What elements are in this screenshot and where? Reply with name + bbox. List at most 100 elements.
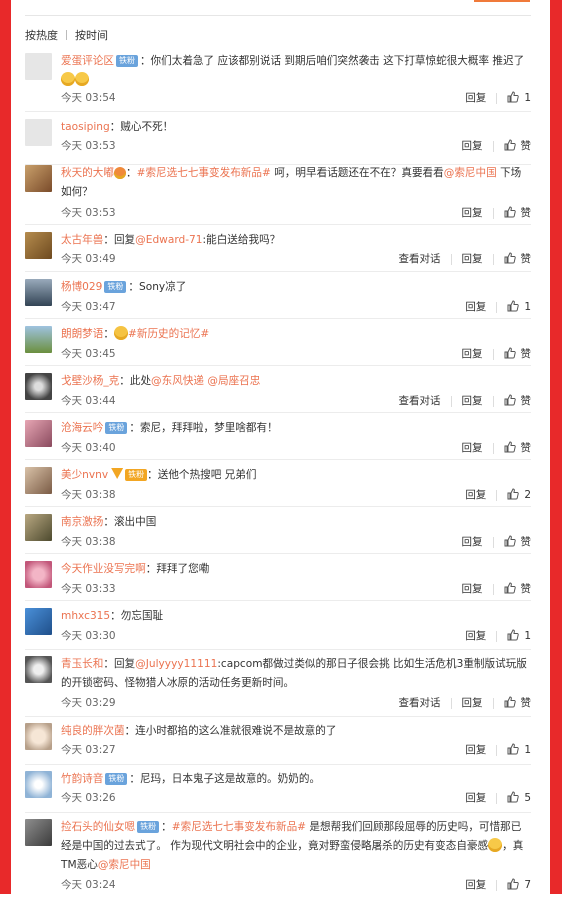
reply-button[interactable]: 回复	[462, 582, 483, 596]
hashtag-link[interactable]: #索尼选七七事变发布新品#	[137, 167, 271, 179]
hashtag-link[interactable]: #新历史的记忆#	[128, 328, 209, 340]
reply-button[interactable]: 回复	[462, 696, 483, 710]
like-button[interactable]: 赞	[504, 582, 531, 596]
comment-text: 南京激扬：滚出中国	[61, 516, 157, 528]
comment-text: 美少nvnv 铁粉 ：送他个热搜吧 兄弟们	[61, 468, 257, 481]
comment-author[interactable]: taosiping	[61, 121, 110, 133]
comment-author[interactable]: 竹韵诗音	[61, 773, 103, 785]
sort-by-time[interactable]: 按时间	[75, 29, 108, 43]
comment-author[interactable]: 今天作业没写完啊	[61, 563, 146, 575]
comment-item: 捡石头的仙女嗯 铁粉 ：#索尼选七七事变发布新品# 是想帮我们回顾那段屈辱的历史吗，…	[25, 819, 531, 899]
comment-item: 朗朗梦语： #新历史的记忆# 今天 03:45 回复 赞	[25, 326, 531, 366]
view-conversation-button[interactable]: 查看对话	[399, 394, 441, 408]
avatar[interactable]	[25, 514, 52, 541]
thumbs-up-icon	[504, 441, 516, 453]
like-button[interactable]: 5	[507, 791, 531, 805]
avatar[interactable]	[25, 53, 52, 80]
avatar[interactable]	[25, 326, 52, 353]
like-button[interactable]: 赞	[504, 347, 531, 361]
avatar[interactable]	[25, 373, 52, 400]
mention-link[interactable]: @索尼中国	[98, 859, 151, 871]
comment-author[interactable]: 美少nvnv	[61, 469, 108, 481]
comment-author[interactable]: 朗朗梦语	[61, 328, 103, 340]
like-button[interactable]: 赞	[504, 441, 531, 455]
like-button[interactable]: 1	[507, 91, 531, 105]
comment-actions: 回复 7	[465, 878, 531, 892]
like-button[interactable]: 赞	[504, 394, 531, 408]
like-button[interactable]: 赞	[504, 535, 531, 549]
divider	[496, 301, 498, 313]
avatar[interactable]	[25, 723, 52, 750]
comment-item: 爱蛋评论区 铁粉 ：你们太着急了 应该都别说话 到期后咱们突然袭击 这下打草惊蛇很大…	[25, 53, 531, 112]
reply-button[interactable]: 回复	[462, 347, 483, 361]
reply-button[interactable]: 回复	[462, 535, 483, 549]
hashtag-link[interactable]: #索尼选七七事变发布新品#	[172, 821, 306, 833]
reply-button[interactable]: 回复	[465, 91, 486, 105]
avatar[interactable]	[25, 656, 52, 683]
like-button[interactable]: 1	[507, 743, 531, 757]
reply-button[interactable]: 回复	[462, 206, 483, 220]
comment-text: 捡石头的仙女嗯 铁粉 ：#索尼选七七事变发布新品# 是想帮我们回顾那段屈辱的历史吗，…	[61, 821, 524, 871]
avatar[interactable]	[25, 561, 52, 588]
reply-button[interactable]: 回复	[462, 441, 483, 455]
reply-button[interactable]: 回复	[465, 878, 486, 892]
like-button[interactable]: 1	[507, 300, 531, 314]
comment-author[interactable]: 秋天的大嘟	[61, 167, 114, 179]
avatar[interactable]	[25, 232, 52, 259]
comment-author[interactable]: 捡石头的仙女嗯	[61, 821, 135, 833]
avatar[interactable]	[25, 165, 52, 192]
avatar[interactable]	[25, 819, 52, 846]
mention-link[interactable]: @东风快递	[151, 375, 204, 387]
comment-author[interactable]: 爱蛋评论区	[61, 55, 114, 67]
like-button[interactable]: 1	[507, 629, 531, 643]
comment-time: 今天 03:26	[61, 792, 116, 804]
view-conversation-button[interactable]: 查看对话	[399, 252, 441, 266]
like-button[interactable]: 赞	[504, 252, 531, 266]
mention-link[interactable]: @Julyyyy11111	[135, 658, 217, 670]
comment-author[interactable]: 杨博029	[61, 281, 102, 293]
sort-by-hot[interactable]: 按热度	[25, 29, 58, 43]
comment-author[interactable]: 青玉长和	[61, 658, 103, 670]
like-button[interactable]: 赞	[504, 206, 531, 220]
thumbs-up-icon	[507, 878, 520, 890]
mention-link[interactable]: @索尼中国	[444, 167, 497, 179]
reply-button[interactable]: 回复	[465, 743, 486, 757]
reply-button[interactable]: 回复	[462, 139, 483, 153]
like-button[interactable]: 赞	[504, 696, 531, 710]
comment-actions: 回复 赞	[462, 139, 531, 153]
thumbs-up-icon	[504, 252, 516, 264]
reply-button[interactable]: 回复	[465, 488, 486, 502]
divider	[492, 697, 494, 709]
comment-item: 沧海云吟 铁粉 ：索尼，拜拜啦，梦里啥都有！ 今天 03:40 回复 赞	[25, 420, 531, 460]
avatar[interactable]	[25, 467, 52, 494]
reply-button[interactable]: 回复	[465, 629, 486, 643]
avatar[interactable]	[25, 608, 52, 635]
comment-text: 太古年兽：回复@Edward-71:能白送给我吗？	[61, 234, 281, 246]
avatar[interactable]	[25, 771, 52, 798]
comment-author[interactable]: 纯良的胖次菌	[61, 725, 125, 737]
comment-text: 爱蛋评论区 铁粉 ：你们太着急了 应该都别说话 到期后咱们突然袭击 这下打草惊蛇很大…	[61, 52, 531, 90]
like-button[interactable]: 赞	[504, 139, 531, 153]
comment-author[interactable]: 南京激扬	[61, 516, 103, 528]
reply-button[interactable]: 回复	[462, 394, 483, 408]
comment-time: 今天 03:38	[61, 536, 116, 548]
view-conversation-button[interactable]: 查看对话	[399, 696, 441, 710]
avatar[interactable]	[25, 279, 52, 306]
avatar[interactable]	[25, 420, 52, 447]
verified-v-icon	[111, 468, 124, 479]
reply-button[interactable]: 回复	[465, 791, 486, 805]
like-button[interactable]: 7	[507, 878, 531, 892]
comment-author[interactable]: mhxc315	[61, 610, 110, 622]
avatar[interactable]	[25, 119, 52, 146]
comment-actions: 回复 赞	[462, 535, 531, 549]
comment-time: 今天 03:54	[61, 92, 116, 104]
mention-link[interactable]: @局座召忠	[207, 375, 260, 387]
mention-link[interactable]: @Edward-71	[135, 234, 202, 246]
comment-author[interactable]: 太古年兽	[61, 234, 103, 246]
comment-author[interactable]: 沧海云吟	[61, 422, 103, 434]
comment-author[interactable]: 戈壁沙杨_克	[61, 375, 119, 387]
reply-button[interactable]: 回复	[462, 252, 483, 266]
like-button[interactable]: 2	[507, 488, 531, 502]
thumbs-up-icon	[504, 394, 516, 406]
reply-button[interactable]: 回复	[465, 300, 486, 314]
